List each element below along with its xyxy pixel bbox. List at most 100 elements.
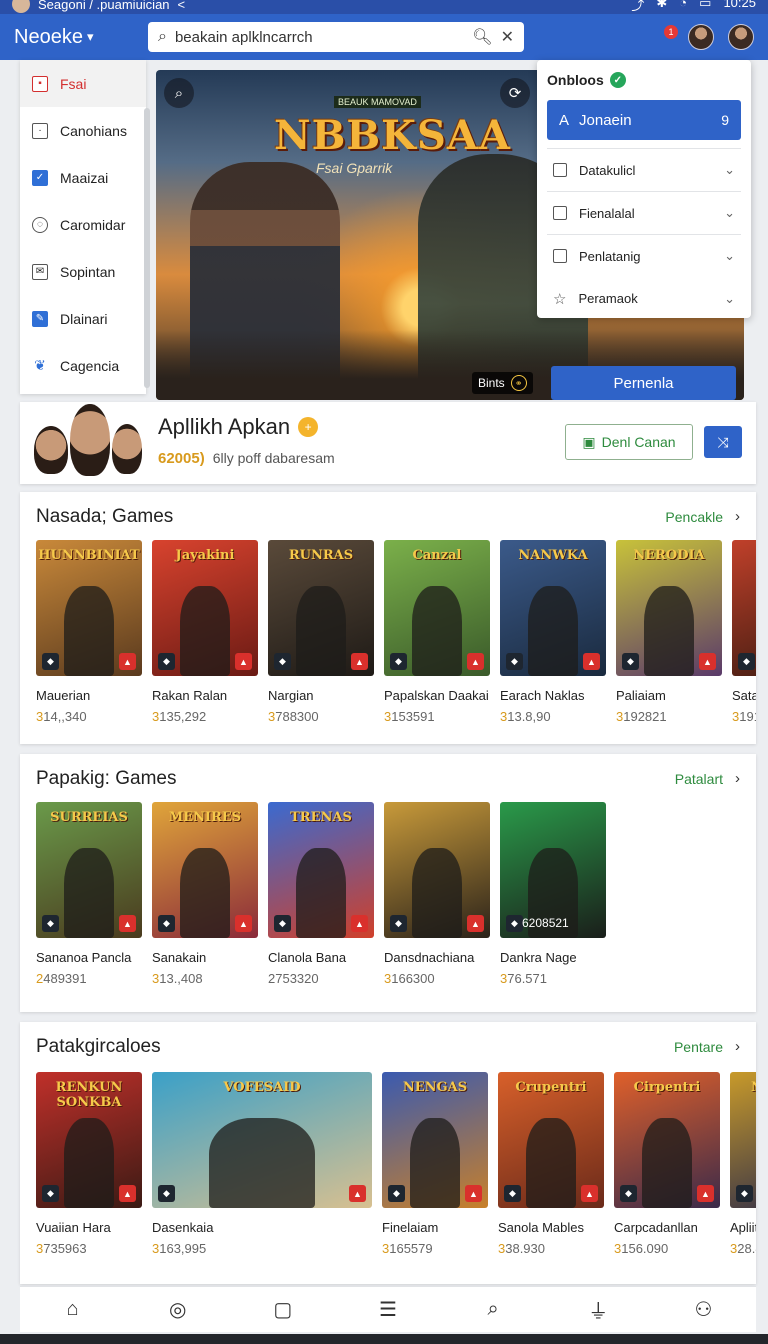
explore-icon[interactable]: ◎ (163, 1295, 193, 1325)
platform-icon: ◆ (158, 915, 175, 932)
sidebar-item-fsai[interactable]: ▪ Fsai (20, 60, 146, 107)
game-card[interactable]: NERODIA ◆ ▲ Paliaiam 3192821 (616, 540, 722, 724)
game-count-value: 28.8,50 (737, 1241, 756, 1256)
user-icon[interactable]: ⚇ (688, 1295, 718, 1325)
game-card[interactable]: NENGAS ◆ ▲ Finelaiam 3165579 (382, 1072, 488, 1256)
sidebar-item-dlainari[interactable]: ✎ Dlainari (20, 295, 146, 342)
profile-avatar[interactable] (728, 24, 754, 50)
check-circle-icon: ✓ (609, 72, 626, 88)
rating-icon: ▲ (697, 1185, 714, 1202)
user-avatar[interactable] (688, 24, 714, 50)
game-card[interactable]: NANWKA ◆ ▲ Earach Naklas 313.8,90 (500, 540, 606, 724)
game-card[interactable]: HUNNBINIAT ◆ ▲ Mauerian 314,,340 (36, 540, 142, 724)
game-card[interactable]: NANKAS◆▲Apliitka Bclar328.8,50 (730, 1072, 756, 1256)
game-card[interactable]: Canzal ◆ ▲ Papalskan Daakai 3153591 (384, 540, 490, 724)
game-name: Sanola Mables (498, 1220, 584, 1235)
game-cover: TRENAS ◆ ▲ (268, 802, 374, 938)
platform-icon: ◆ (390, 653, 407, 670)
menu-icon[interactable]: ☰ (373, 1295, 403, 1325)
sidebar-item-maaizai[interactable]: ✓ Maaizai (20, 154, 146, 201)
dropdown-item-datakulicl[interactable]: Datakulicl ⌄ (547, 148, 741, 191)
clock: 10:25 (723, 0, 756, 10)
refresh-icon[interactable]: ⟳ (500, 78, 530, 108)
game-cover-title: Jayakini (175, 548, 235, 563)
hero-tagline: Fsai Gparrik (316, 160, 393, 176)
section-link[interactable]: Patalart › (675, 770, 740, 787)
sidebar-item-sopintan[interactable]: ✉ Sopintan (20, 248, 146, 295)
game-name: Finelaiam (382, 1220, 439, 1235)
notification-bell-icon[interactable]: 1 (650, 25, 678, 49)
game-card[interactable]: RUNRAS ◆ ▲ Nargian 3788300 (268, 540, 374, 724)
game-card[interactable]: Crupentri ◆ ▲ Sanola Mables 338.930 (498, 1072, 604, 1256)
back-icon[interactable]: < (178, 0, 186, 12)
sidebar-scrollbar[interactable] (144, 108, 150, 388)
wifi-icon: ◔ (679, 0, 688, 10)
rating-icon: ▲ (583, 653, 600, 670)
section-link[interactable]: Pentare › (674, 1038, 740, 1055)
section-link[interactable]: Pencakle › (665, 508, 740, 525)
game-card[interactable]: TRENAS ◆ ▲ Clanola Bana 2753320 (268, 802, 374, 986)
rating-icon: ▲ (349, 1185, 366, 1202)
game-card[interactable]: SURREIAS ◆ ▲ Sananoa Pancla 2489391 (36, 802, 142, 986)
search-icon[interactable]: ⌕ (478, 1295, 508, 1325)
game-character (295, 848, 347, 938)
character-face (70, 404, 110, 476)
hero-primary-button[interactable]: Pernenla (551, 366, 736, 400)
game-name: Paliaiam (616, 688, 666, 703)
game-cover-title: MENIRES (168, 810, 242, 825)
platform-icon: ◆ (506, 653, 523, 670)
zoom-icon[interactable]: ⌕ (164, 78, 194, 108)
game-card[interactable]: VOFESAID ◆ ▲ Dasenkaia 3163,995 (152, 1072, 372, 1256)
dropdown-selected-item[interactable]: A Jonaein 9 (547, 100, 741, 140)
game-name: Sanakain (152, 950, 207, 965)
platform-icon: ◆ (736, 1185, 753, 1202)
game-card[interactable]: ◆ ▲ Dansdnachiana 3166300 (384, 802, 490, 986)
close-icon[interactable]: ✕ (501, 27, 514, 47)
search-submit-icon[interactable]: 🔍︎ (472, 27, 492, 47)
game-cover: Crupentri ◆ ▲ (498, 1072, 604, 1208)
sidebar-item-caromidar[interactable]: ◌ Caromidar (20, 201, 146, 248)
card-row: SURREIAS ◆ ▲ Sananoa Pancla 2489391 MENIRES ◆ ▲… (36, 802, 606, 986)
game-count-value: 192821 (623, 709, 667, 724)
game-cover: RENKUN SONKBA ◆ ▲ (36, 1072, 142, 1208)
sidebar-item-cagencia[interactable]: ❦ Cagencia (20, 342, 146, 389)
game-card[interactable]: Jayakini ◆ ▲ Rakan Ralan 3135,292 (152, 540, 258, 724)
outline-button[interactable]: ▣ Denl Canan (565, 424, 693, 460)
dropdown-item-penlatanig[interactable]: Penlatanig ⌄ (547, 234, 741, 277)
game-card[interactable]: ◆ 6208521 Dankra Nage 376.571 (500, 802, 606, 986)
game-count: 328.8,50 (730, 1241, 756, 1256)
dropdown-item-peramaok[interactable]: ☆ Peramaok ⌄ (547, 277, 741, 320)
game-cover: MENIRES ◆ ▲ (152, 802, 258, 938)
game-card[interactable]: MENIRES ◆ ▲ Sanakain 313.,408 (152, 802, 258, 986)
game-card[interactable]: Cirpentri ◆ ▲ Carpcadanllan 3156.090 (614, 1072, 720, 1256)
home-icon[interactable]: ⌂ (58, 1295, 88, 1325)
status-bar: Seagoni / .puamiuician < ⤴ ✱ ◔ ▭ 10:25 (0, 0, 768, 14)
game-character (179, 586, 231, 676)
user-icon: A (559, 111, 570, 129)
sidebar-item-canohians[interactable]: · Canohians (20, 107, 146, 154)
game-cover-title: NANKAS (730, 1080, 756, 1095)
game-count-value: 191 (739, 709, 756, 724)
section-patakgircaloes: Patakgircaloes Pentare › RENKUN SONKBA ◆ ▲… (20, 1022, 756, 1284)
share-button[interactable]: ⤨ (704, 426, 742, 458)
hero-title: NBBKSAA (274, 112, 511, 159)
app-name: Apllikh Apkan + (158, 414, 319, 440)
square-icon[interactable]: ▢ (268, 1295, 298, 1325)
rating-icon: ▲ (581, 1185, 598, 1202)
brand-menu[interactable]: Neoeke ▾ (14, 26, 148, 49)
plug-icon[interactable]: ⏚ (583, 1295, 613, 1325)
pencil-icon: ✎ (32, 310, 48, 327)
game-cover-title: Cirpentri (633, 1080, 701, 1095)
chevron-down-icon: ▾ (86, 29, 94, 44)
search-input[interactable] (174, 28, 465, 46)
dropdown-item-fienalalal[interactable]: Fienalalal ⌄ (547, 191, 741, 234)
game-cover-title: Canzal (412, 548, 462, 563)
game-name: Carpcadanllan (614, 1220, 698, 1235)
section-papakig-games: Papakig: Games Patalart › SURREIAS ◆ ▲ Sana… (20, 754, 756, 1012)
platform-icon: ◆ (738, 653, 755, 670)
game-cover: Canzal ◆ ▲ (384, 540, 490, 676)
game-card[interactable]: N◆▲Sata3191 (732, 540, 756, 724)
game-card[interactable]: RENKUN SONKBA ◆ ▲ Vuaiian Hara 3735963 (36, 1072, 142, 1256)
avatar (12, 0, 30, 13)
link-icon: ⚭ (510, 375, 527, 391)
